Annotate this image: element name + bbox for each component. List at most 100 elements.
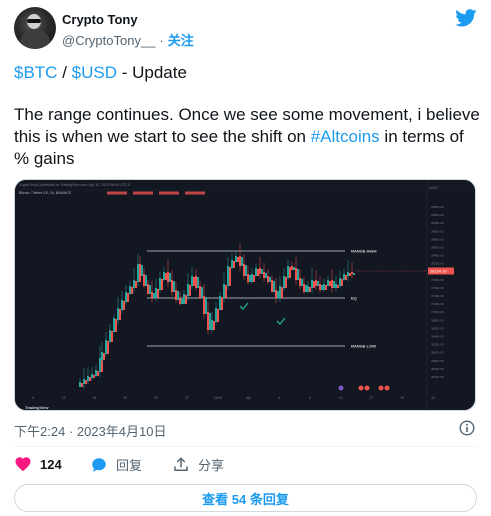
price-tick-label: 26200.00	[431, 343, 444, 347]
candle-body	[183, 294, 185, 304]
candle-body	[299, 278, 301, 286]
candle-body	[245, 265, 247, 276]
event-marker-icon	[384, 385, 390, 391]
share-icon	[174, 456, 188, 471]
candle-body	[197, 277, 199, 288]
time-tick-label: 9	[32, 396, 34, 400]
candle-body	[93, 375, 95, 378]
candle-body	[87, 376, 89, 381]
candle-body	[177, 291, 179, 300]
candle-body	[235, 256, 237, 262]
candle-body	[279, 286, 281, 298]
candle-body	[249, 275, 251, 282]
candle-body	[271, 280, 273, 292]
candle-body	[207, 312, 209, 330]
axis-currency: USDT	[429, 186, 439, 190]
view-replies-button[interactable]: 查看 54 条回复	[14, 484, 477, 512]
candle-body	[291, 266, 293, 270]
follow-button[interactable]: 关注	[168, 33, 194, 48]
reply-button[interactable]: 回复	[90, 455, 142, 474]
heart-icon	[15, 457, 31, 472]
candle-body	[91, 374, 93, 378]
ohlc-value	[159, 191, 179, 195]
info-icon[interactable]	[459, 420, 475, 436]
candle-body	[283, 276, 285, 288]
candle-body	[175, 290, 177, 300]
candle-body	[163, 272, 165, 280]
candle-body	[181, 299, 183, 304]
candle-body	[95, 370, 97, 376]
tweet-headline: $BTC / $USD - Update	[14, 62, 187, 84]
candle-body	[301, 279, 303, 286]
candle-body	[211, 320, 213, 330]
candle-body	[351, 272, 353, 274]
candle-body	[105, 340, 107, 354]
time-tick-label: 20	[400, 396, 404, 400]
candle-body	[115, 319, 117, 332]
candle-body	[143, 274, 145, 286]
candle-body	[259, 268, 261, 274]
candle-body	[187, 284, 189, 296]
candle-body	[209, 313, 211, 330]
candle-body	[179, 298, 181, 304]
candle-body	[135, 281, 137, 288]
range-low-label: RANGE LOW	[351, 344, 376, 349]
tweet-timestamp[interactable]: 下午2:24 · 2023年4月10日	[14, 421, 166, 440]
price-tick-label: 29600.00	[431, 213, 444, 217]
candle-body	[123, 301, 125, 310]
candle-body	[139, 264, 141, 276]
price-tick-label: 26800.00	[431, 318, 444, 322]
candle-body	[305, 285, 307, 292]
price-tick-label: 26000.00	[431, 351, 444, 355]
time-tick-label: 6	[278, 396, 280, 400]
candle-body	[171, 280, 173, 292]
candle-body	[273, 281, 275, 292]
candle-body	[323, 284, 325, 290]
price-tick-label: 28800.00	[431, 237, 444, 241]
candle-body	[127, 293, 129, 302]
cashtag-usd[interactable]: $USD	[72, 63, 117, 82]
candle-body	[111, 331, 113, 342]
candle-body	[303, 284, 305, 292]
candle-body	[189, 285, 191, 296]
candle-body	[125, 292, 127, 302]
candle-body	[309, 287, 311, 292]
price-tick-label: 29800.00	[431, 205, 444, 209]
candle-body	[155, 288, 157, 298]
chart-image[interactable]: CryptoTony5 published on TradingView.com…	[14, 179, 476, 411]
candle-body	[339, 278, 341, 286]
tweet-body: The range continues. Once we see some mo…	[14, 104, 480, 170]
price-tick-label: 27400.00	[431, 294, 444, 298]
candle-body	[333, 281, 335, 288]
twitter-bird-icon[interactable]	[455, 9, 477, 27]
candle-body	[293, 267, 295, 270]
candle-body	[345, 275, 347, 280]
candle-body	[327, 280, 329, 286]
candle-body	[315, 280, 317, 286]
author-handle[interactable]: @CryptoTony__	[62, 33, 155, 48]
candle-body	[193, 277, 195, 286]
candle-body	[295, 268, 297, 280]
candle-body	[129, 286, 131, 294]
avatar[interactable]	[14, 7, 56, 49]
candle-body	[233, 261, 235, 268]
candle-body	[97, 371, 99, 376]
cashtag-btc[interactable]: $BTC	[14, 63, 57, 82]
candle-body	[81, 383, 83, 387]
candle-body	[343, 274, 345, 280]
hashtag-altcoins[interactable]: #Altcoins	[311, 127, 380, 146]
candle-body	[289, 267, 291, 278]
author-name[interactable]: Crypto Tony	[62, 12, 138, 27]
candle-body	[167, 272, 169, 282]
range-high-label: RANGE HIGH	[351, 249, 377, 254]
share-button[interactable]: 分享	[172, 455, 224, 474]
price-tick-label: 27800.00	[431, 278, 444, 282]
candle-body	[251, 274, 253, 282]
like-button[interactable]: 124	[14, 455, 62, 473]
candle-body	[133, 280, 135, 288]
candle-body	[199, 286, 201, 298]
candle-body	[239, 256, 241, 266]
candle-body	[257, 269, 259, 276]
candle-body	[227, 266, 229, 286]
candle-body	[169, 273, 171, 282]
